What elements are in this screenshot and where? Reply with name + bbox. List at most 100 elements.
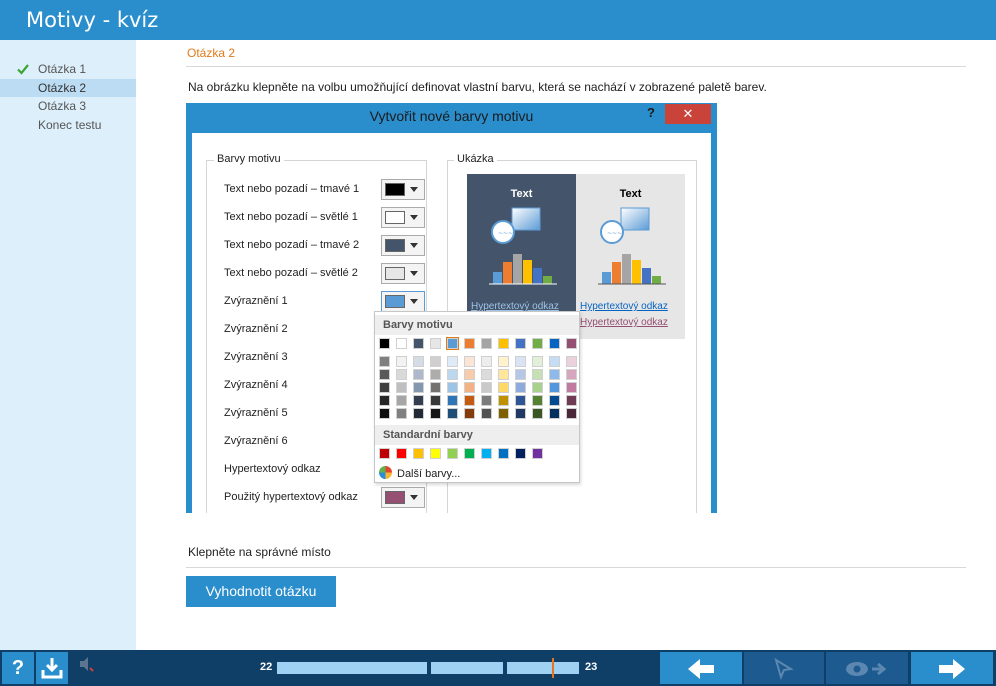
palette-shade-color[interactable]	[532, 369, 543, 380]
sidebar-item-question-2[interactable]: Otázka 2	[0, 79, 136, 97]
more-colors-option[interactable]: Další barvy...	[379, 466, 460, 480]
dialog-screenshot[interactable]: Vytvořit nové barvy motivu ? ✕ Barvy mot…	[186, 103, 717, 513]
palette-shade-color[interactable]	[498, 395, 509, 406]
palette-shade-color[interactable]	[430, 395, 441, 406]
previous-button[interactable]	[660, 652, 742, 684]
palette-theme-color[interactable]	[532, 338, 543, 349]
palette-shade-color[interactable]	[532, 408, 543, 419]
palette-shade-color[interactable]	[430, 356, 441, 367]
palette-shade-color[interactable]	[481, 408, 492, 419]
color-picker-button[interactable]	[381, 487, 425, 508]
palette-theme-color[interactable]	[430, 338, 441, 349]
palette-shade-color[interactable]	[515, 356, 526, 367]
palette-theme-color[interactable]	[498, 338, 509, 349]
palette-shade-color[interactable]	[498, 408, 509, 419]
palette-shade-color[interactable]	[498, 369, 509, 380]
show-answer-button[interactable]	[826, 652, 908, 684]
palette-standard-color[interactable]	[430, 448, 441, 459]
palette-shade-color[interactable]	[566, 356, 577, 367]
sidebar-item-test-end[interactable]: Konec testu	[0, 116, 136, 134]
evaluate-question-button[interactable]: Vyhodnotit otázku	[186, 576, 336, 607]
color-picker-button[interactable]	[381, 263, 425, 284]
palette-shade-color[interactable]	[549, 395, 560, 406]
palette-shade-color[interactable]	[379, 408, 390, 419]
mute-icon[interactable]	[72, 654, 100, 682]
palette-standard-color[interactable]	[379, 448, 390, 459]
palette-shade-color[interactable]	[481, 395, 492, 406]
palette-shade-color[interactable]	[464, 395, 475, 406]
palette-shade-color[interactable]	[447, 369, 458, 380]
palette-theme-color[interactable]	[379, 338, 390, 349]
palette-standard-color[interactable]	[413, 448, 424, 459]
palette-shade-color[interactable]	[498, 382, 509, 393]
dialog-help-button[interactable]: ?	[647, 105, 655, 120]
palette-shade-color[interactable]	[549, 356, 560, 367]
palette-shade-color[interactable]	[396, 356, 407, 367]
palette-standard-color[interactable]	[515, 448, 526, 459]
palette-shade-color[interactable]	[447, 382, 458, 393]
palette-standard-color[interactable]	[498, 448, 509, 459]
palette-shade-color[interactable]	[464, 382, 475, 393]
palette-shade-color[interactable]	[379, 382, 390, 393]
palette-shade-color[interactable]	[549, 408, 560, 419]
palette-shade-color[interactable]	[481, 382, 492, 393]
palette-theme-color[interactable]	[549, 338, 560, 349]
palette-shade-color[interactable]	[379, 395, 390, 406]
palette-shade-color[interactable]	[566, 382, 577, 393]
palette-shade-color[interactable]	[447, 356, 458, 367]
palette-shade-color[interactable]	[515, 369, 526, 380]
palette-shade-color[interactable]	[498, 356, 509, 367]
palette-shade-color[interactable]	[515, 395, 526, 406]
palette-shade-color[interactable]	[566, 369, 577, 380]
palette-shade-color[interactable]	[549, 369, 560, 380]
palette-shade-color[interactable]	[413, 382, 424, 393]
palette-shade-color[interactable]	[515, 382, 526, 393]
palette-shade-color[interactable]	[396, 382, 407, 393]
palette-shade-color[interactable]	[413, 408, 424, 419]
palette-standard-color[interactable]	[481, 448, 492, 459]
palette-theme-color[interactable]	[481, 338, 492, 349]
palette-shade-color[interactable]	[413, 369, 424, 380]
palette-shade-color[interactable]	[447, 408, 458, 419]
palette-shade-color[interactable]	[396, 395, 407, 406]
palette-shade-color[interactable]	[566, 408, 577, 419]
palette-shade-color[interactable]	[481, 369, 492, 380]
palette-shade-color[interactable]	[379, 356, 390, 367]
palette-shade-color[interactable]	[515, 408, 526, 419]
palette-shade-color[interactable]	[396, 369, 407, 380]
palette-shade-color[interactable]	[430, 369, 441, 380]
next-button[interactable]	[911, 652, 993, 684]
palette-standard-color[interactable]	[464, 448, 475, 459]
palette-shade-color[interactable]	[532, 395, 543, 406]
palette-shade-color[interactable]	[464, 369, 475, 380]
palette-standard-color[interactable]	[447, 448, 458, 459]
palette-theme-color[interactable]	[446, 337, 459, 350]
palette-theme-color[interactable]	[515, 338, 526, 349]
help-button[interactable]: ?	[2, 652, 34, 684]
palette-shade-color[interactable]	[464, 408, 475, 419]
palette-shade-color[interactable]	[532, 382, 543, 393]
color-picker-button[interactable]	[381, 235, 425, 256]
palette-shade-color[interactable]	[430, 408, 441, 419]
palette-standard-color[interactable]	[532, 448, 543, 459]
sidebar-item-question-3[interactable]: Otázka 3	[0, 97, 136, 115]
palette-standard-color[interactable]	[396, 448, 407, 459]
palette-theme-color[interactable]	[413, 338, 424, 349]
sidebar-item-question-1[interactable]: Otázka 1	[0, 60, 136, 78]
palette-shade-color[interactable]	[532, 356, 543, 367]
palette-shade-color[interactable]	[566, 395, 577, 406]
color-picker-button[interactable]	[381, 179, 425, 200]
palette-theme-color[interactable]	[396, 338, 407, 349]
color-picker-button[interactable]	[381, 291, 425, 312]
palette-shade-color[interactable]	[430, 382, 441, 393]
palette-shade-color[interactable]	[481, 356, 492, 367]
palette-shade-color[interactable]	[447, 395, 458, 406]
palette-theme-color[interactable]	[566, 338, 577, 349]
download-button[interactable]	[36, 652, 68, 684]
palette-shade-color[interactable]	[413, 395, 424, 406]
palette-shade-color[interactable]	[396, 408, 407, 419]
color-picker-button[interactable]	[381, 207, 425, 228]
palette-theme-color[interactable]	[464, 338, 475, 349]
palette-shade-color[interactable]	[413, 356, 424, 367]
pointer-button[interactable]	[744, 652, 824, 684]
